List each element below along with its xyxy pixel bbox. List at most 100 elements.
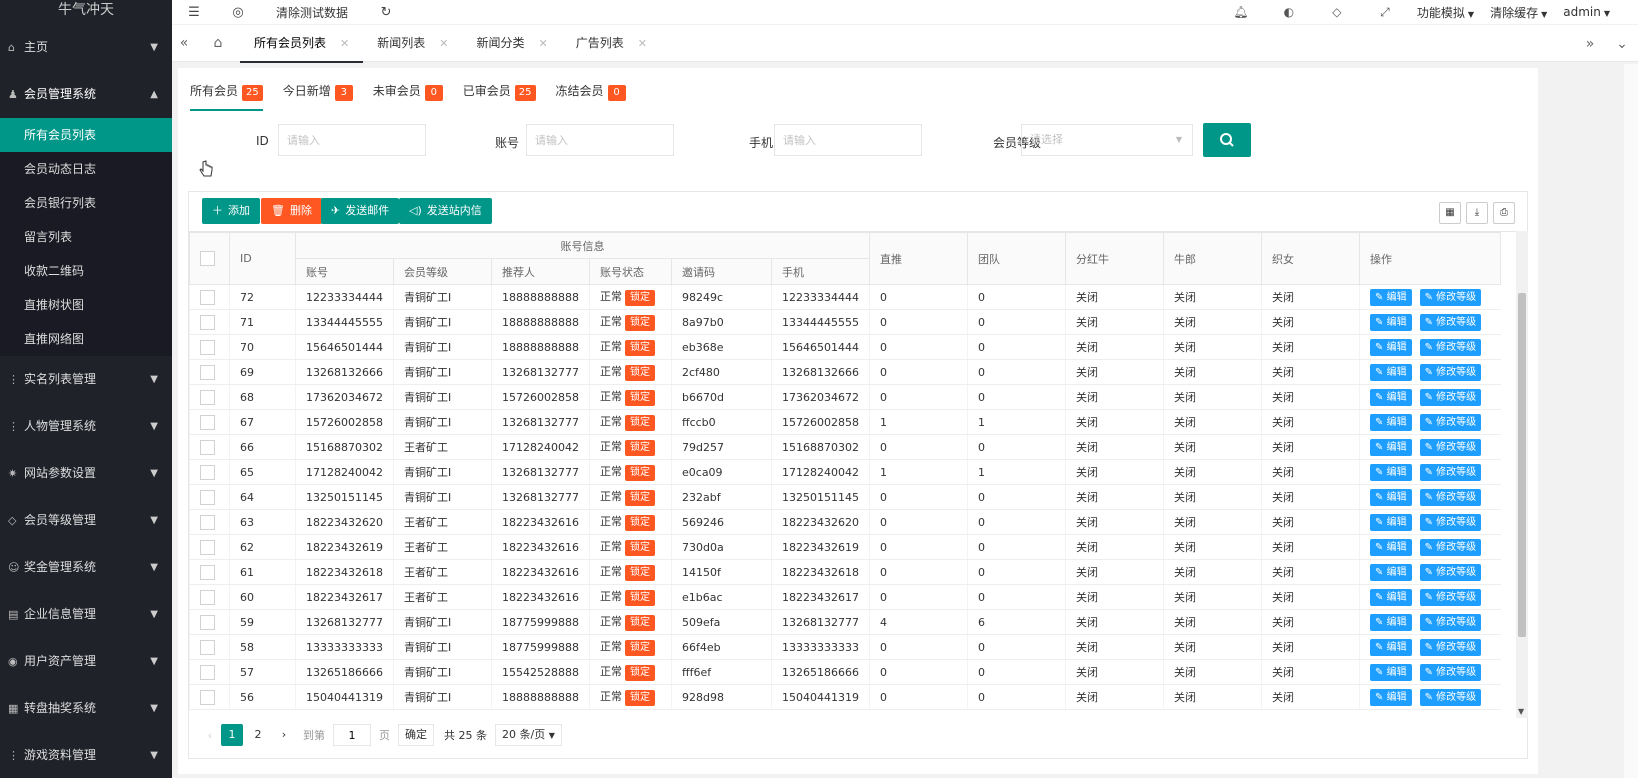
sidebar-subitem-4[interactable]: 收款二维码 — [0, 254, 172, 288]
modify-level-button[interactable]: ✎ 修改等级 — [1419, 413, 1482, 431]
sidebar-subitem-3[interactable]: 留言列表 — [0, 220, 172, 254]
edit-button[interactable]: ✎ 编辑 — [1370, 613, 1412, 631]
bell-icon[interactable]: 🔔︎ — [1217, 5, 1265, 19]
tabs-scroll-left-icon[interactable]: « — [172, 35, 196, 51]
lock-button[interactable]: 锁定 — [625, 490, 655, 506]
sidebar-item-8[interactable]: ◉ 用户资产管理 ▼ — [0, 638, 172, 685]
edit-button[interactable]: ✎ 编辑 — [1370, 588, 1412, 606]
scrollbar-thumb[interactable] — [1518, 293, 1526, 637]
table-scrollbar[interactable]: ▼ — [1516, 231, 1528, 718]
sidebar-item-1[interactable]: ♟ 会员管理系统 ▲ — [0, 71, 172, 118]
row-checkbox[interactable] — [200, 539, 215, 555]
send-mail-button[interactable]: ✈︎ 发送邮件 — [321, 198, 400, 224]
sidebar-item-5[interactable]: ◇ 会员等级管理 ▼ — [0, 497, 172, 544]
lock-button[interactable]: 锁定 — [625, 365, 655, 381]
table-row[interactable]: 69 13268132666 青铜矿工I 13268132777 正常 锁定 2cf480 1… — [189, 359, 1501, 385]
modify-level-button[interactable]: ✎ 修改等级 — [1419, 513, 1482, 531]
edit-button[interactable]: ✎ 编辑 — [1370, 638, 1412, 656]
modify-level-button[interactable]: ✎ 修改等级 — [1419, 488, 1482, 506]
page-tab-0[interactable]: 所有会员列表 ✕ — [240, 25, 364, 63]
lock-button[interactable]: 锁定 — [625, 440, 655, 456]
close-icon[interactable]: ✕ — [538, 37, 547, 50]
row-checkbox[interactable] — [200, 589, 215, 605]
table-row[interactable]: 70 15646501444 青铜矿工I 18888888888 正常 锁定 eb368e 1… — [189, 334, 1501, 360]
page-tab-2[interactable]: 新闻分类 ✕ — [462, 25, 561, 62]
member-tab-4[interactable]: 冻结会员 0 — [556, 82, 626, 111]
modify-level-button[interactable]: ✎ 修改等级 — [1419, 563, 1482, 581]
modify-level-button[interactable]: ✎ 修改等级 — [1419, 613, 1482, 631]
tag-icon[interactable]: ◇ — [1313, 5, 1361, 19]
edit-button[interactable]: ✎ 编辑 — [1370, 538, 1412, 556]
col-herder[interactable]: 牛郎 — [1163, 232, 1263, 285]
row-checkbox[interactable] — [200, 439, 215, 455]
sidebar-subitem-5[interactable]: 直推树状图 — [0, 288, 172, 322]
goto-confirm-button[interactable]: 确定 — [398, 724, 434, 746]
table-row[interactable]: 56 15040441319 青铜矿工I 18888888888 正常 锁定 928d98 1… — [189, 684, 1501, 710]
page-tab-1[interactable]: 新闻列表 ✕ — [363, 25, 462, 62]
row-checkbox[interactable] — [200, 689, 215, 705]
edit-button[interactable]: ✎ 编辑 — [1370, 488, 1412, 506]
theme-icon[interactable]: ◐ — [1265, 5, 1313, 19]
account-filter-input[interactable] — [526, 124, 674, 156]
delete-button[interactable]: 🗑︎ 删除 — [261, 198, 322, 224]
function-simulate-menu[interactable]: 功能模拟 ▼ — [1409, 4, 1482, 21]
modify-level-button[interactable]: ✎ 修改等级 — [1419, 338, 1482, 356]
columns-icon[interactable]: ▦ — [1439, 202, 1461, 224]
row-checkbox[interactable] — [200, 314, 215, 330]
member-tab-1[interactable]: 今日新增 3 — [283, 82, 353, 111]
lock-button[interactable]: 锁定 — [625, 540, 655, 556]
select-all-checkbox[interactable] — [200, 251, 215, 266]
row-checkbox[interactable] — [200, 414, 215, 430]
lock-button[interactable]: 锁定 — [625, 615, 655, 631]
sidebar-item-2[interactable]: ⋮ 实名列表管理 ▼ — [0, 356, 172, 403]
lock-button[interactable]: 锁定 — [625, 665, 655, 681]
fullscreen-icon[interactable]: ⤢ — [1361, 5, 1409, 20]
modify-level-button[interactable]: ✎ 修改等级 — [1419, 388, 1482, 406]
clear-cache-menu[interactable]: 清除缓存 ▼ — [1482, 4, 1555, 21]
row-checkbox[interactable] — [200, 664, 215, 680]
col-invite[interactable]: 邀请码 — [671, 258, 772, 285]
member-tab-2[interactable]: 未审会员 0 — [373, 82, 443, 111]
tabs-menu-chevron-icon[interactable]: ⌄ — [1606, 36, 1638, 52]
sidebar-item-7[interactable]: ▤ 企业信息管理 ▼ — [0, 591, 172, 638]
edit-button[interactable]: ✎ 编辑 — [1370, 338, 1412, 356]
modify-level-button[interactable]: ✎ 修改等级 — [1419, 313, 1482, 331]
edit-button[interactable]: ✎ 编辑 — [1370, 288, 1412, 306]
modify-level-button[interactable]: ✎ 修改等级 — [1419, 588, 1482, 606]
row-checkbox[interactable] — [200, 389, 215, 405]
edit-button[interactable]: ✎ 编辑 — [1370, 413, 1412, 431]
refresh-icon[interactable]: ↻ — [364, 5, 408, 20]
sidebar-subitem-0[interactable]: 所有会员列表 — [0, 118, 172, 152]
lock-button[interactable]: 锁定 — [625, 640, 655, 656]
edit-button[interactable]: ✎ 编辑 — [1370, 388, 1412, 406]
close-icon[interactable]: ✕ — [340, 37, 349, 50]
table-row[interactable]: 62 18223432619 王者矿工 18223432616 正常 锁定 730d0a 18… — [189, 534, 1501, 560]
level-filter-select[interactable]: 请选择 ▼ — [1021, 124, 1193, 156]
modify-level-button[interactable]: ✎ 修改等级 — [1419, 438, 1482, 456]
lock-button[interactable]: 锁定 — [625, 465, 655, 481]
clear-test-data-button[interactable]: 清除测试数据 — [260, 4, 364, 21]
sidebar-item-4[interactable]: ✷ 网站参数设置 ▼ — [0, 450, 172, 497]
close-icon[interactable]: ✕ — [439, 37, 448, 50]
col-id[interactable]: ID — [229, 232, 296, 285]
lock-button[interactable]: 锁定 — [625, 390, 655, 406]
row-checkbox[interactable] — [200, 364, 215, 380]
col-weaver[interactable]: 织女 — [1261, 232, 1361, 285]
sidebar-item-9[interactable]: ▦ 转盘抽奖系统 ▼ — [0, 685, 172, 732]
row-checkbox[interactable] — [200, 514, 215, 530]
modify-level-button[interactable]: ✎ 修改等级 — [1419, 363, 1482, 381]
home-tab-icon[interactable]: ⌂ — [196, 35, 240, 51]
sidebar-item-10[interactable]: ⋮ 游戏资料管理 ▼ — [0, 732, 172, 778]
modify-level-button[interactable]: ✎ 修改等级 — [1419, 463, 1482, 481]
edit-button[interactable]: ✎ 编辑 — [1370, 438, 1412, 456]
table-row[interactable]: 59 13268132777 青铜矿工I 18775999888 正常 锁定 509efa 1… — [189, 609, 1501, 635]
goto-page-input[interactable] — [333, 724, 371, 746]
table-row[interactable]: 57 13265186666 青铜矿工I 15542528888 正常 锁定 fff6ef 1… — [189, 659, 1501, 685]
sidebar-subitem-6[interactable]: 直推网络图 — [0, 322, 172, 356]
table-row[interactable]: 71 13344445555 青铜矿工I 18888888888 正常 锁定 8a97b0 1… — [189, 309, 1501, 335]
table-row[interactable]: 67 15726002858 青铜矿工I 13268132777 正常 锁定 ffccb0 1… — [189, 409, 1501, 435]
table-row[interactable]: 63 18223432620 王者矿工 18223432616 正常 锁定 569246 18… — [189, 509, 1501, 535]
page-scrollbar[interactable] — [1624, 64, 1638, 778]
close-icon[interactable]: ✕ — [638, 37, 647, 50]
table-row[interactable]: 66 15168870302 王者矿工 17128240042 正常 锁定 79d257 15… — [189, 434, 1501, 460]
